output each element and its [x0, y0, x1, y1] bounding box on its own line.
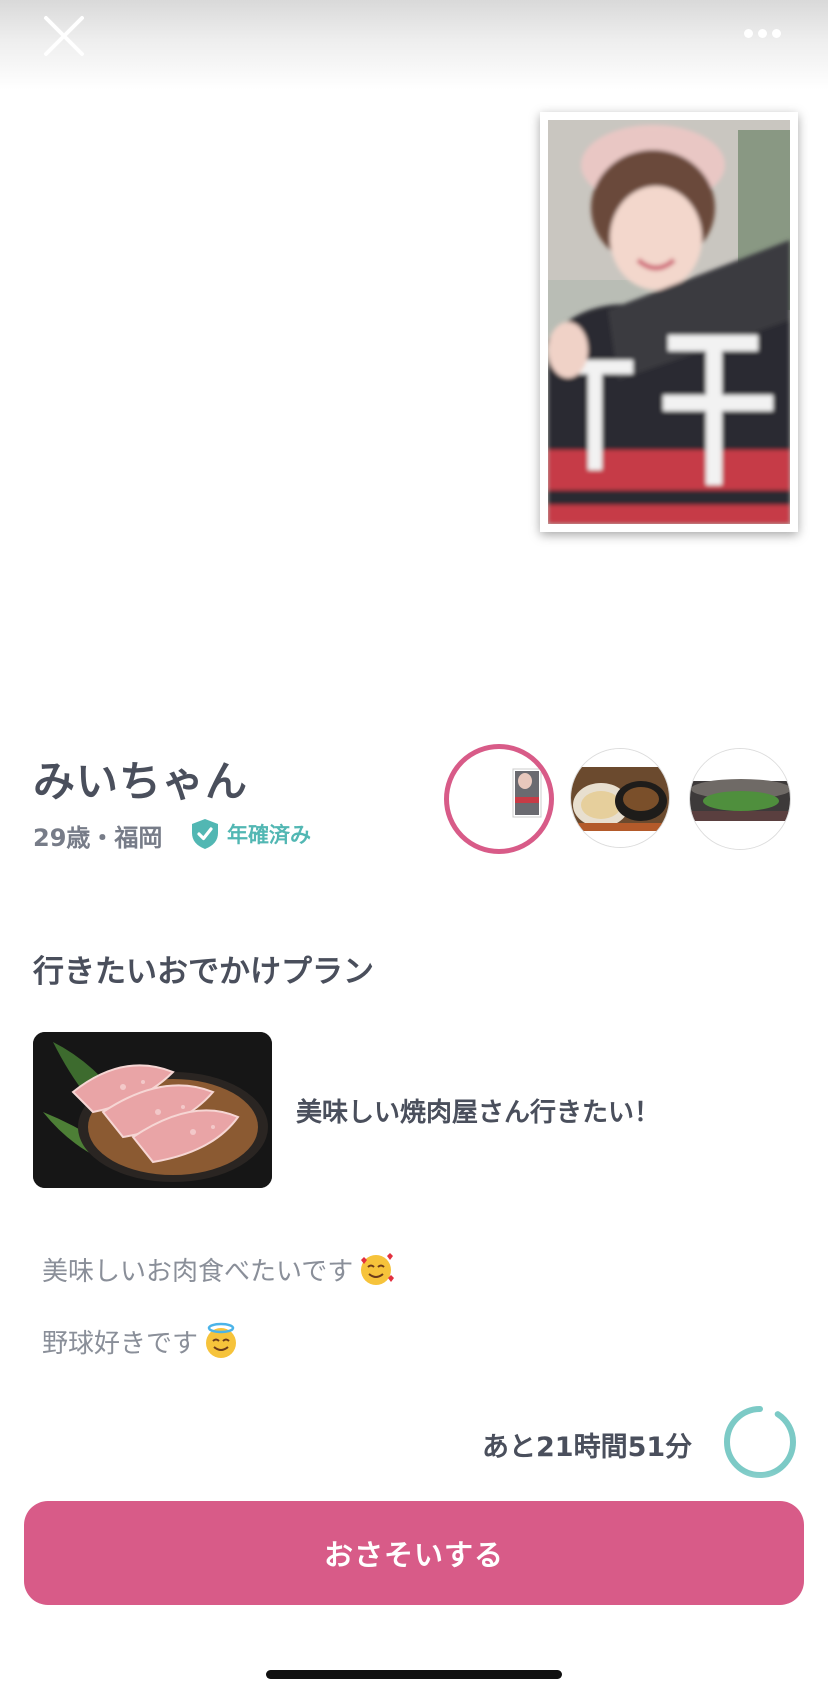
time-remaining: あと21時間51分 [482, 1432, 693, 1463]
plan-image[interactable] [33, 1032, 272, 1188]
profile-name: みいちゃん [33, 757, 249, 806]
description-text-1: 美味しいお肉食べたいです [42, 1256, 354, 1287]
main-photo[interactable] [540, 112, 798, 532]
smiling-face-with-halo-icon [206, 1322, 237, 1358]
photo-thumbnail-1[interactable] [444, 744, 554, 854]
description-text-2: 野球好きです [42, 1328, 199, 1359]
close-icon [44, 16, 84, 56]
more-button[interactable] [736, 22, 788, 44]
description-line-1: 美味しいお肉食べたいです [42, 1250, 395, 1288]
close-button[interactable] [40, 12, 88, 60]
timer-ring-icon [724, 1406, 796, 1478]
verified-label: 年確済み [227, 823, 311, 847]
home-indicator [266, 1670, 562, 1679]
photo-thumbnail-2[interactable] [570, 748, 670, 848]
age-location: 29歳・福岡 [33, 824, 163, 852]
smiling-face-with-hearts-icon [361, 1253, 395, 1285]
photo-thumbnail-3[interactable] [689, 748, 791, 850]
main-photo-image [548, 120, 790, 524]
shield-check-icon [192, 819, 218, 849]
section-title-plan: 行きたいおでかけプラン [33, 954, 374, 990]
top-bar [0, 0, 828, 90]
verified-badge: 年確済み [191, 818, 311, 850]
description-line-2: 野球好きです [42, 1322, 240, 1360]
invite-button[interactable]: おさそいする [24, 1501, 804, 1605]
plan-title: 美味しい焼肉屋さん行きたい！ [296, 1098, 661, 1128]
